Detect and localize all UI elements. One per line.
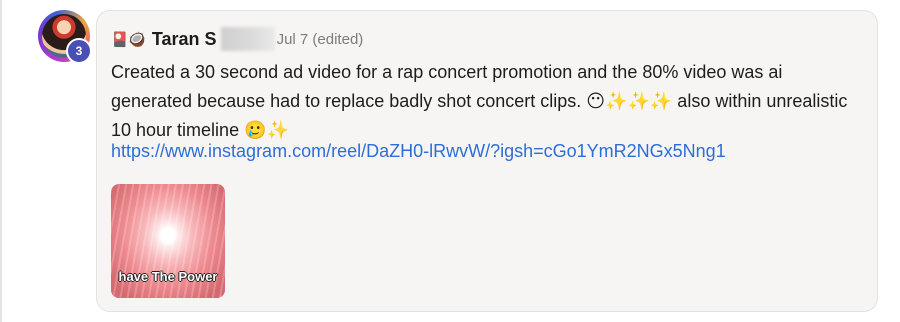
author-name[interactable]: Taran S xyxy=(152,29,217,50)
message-header: 🎴🥥 Taran S Jul 7 (edited) xyxy=(111,27,363,51)
avatar-count-badge: 3 xyxy=(66,38,92,64)
left-border xyxy=(0,0,2,322)
redacted-name-blur xyxy=(220,27,275,51)
video-thumbnail[interactable]: have The Power xyxy=(111,184,225,298)
instagram-link[interactable]: https://www.instagram.com/reel/DaZH0-lRw… xyxy=(111,141,726,162)
date-text: Jul 7 xyxy=(276,30,309,48)
message-bubble: 🎴🥥 Taran S Jul 7 (edited) Created a 30 s… xyxy=(96,10,878,312)
author-avatar[interactable]: 3 xyxy=(38,10,92,64)
edited-label: (edited) xyxy=(312,30,364,48)
message-line-1: Created a 30 second ad video for a rap c… xyxy=(111,62,783,82)
message-body: Created a 30 second ad video for a rap c… xyxy=(111,58,851,145)
message-date: Jul 7 (edited) xyxy=(277,31,364,48)
chat-post-frame: 3 🎴🥥 Taran S Jul 7 (edited) Created a 30… xyxy=(0,0,900,322)
author-emoji: 🎴🥥 xyxy=(111,31,146,47)
message-line-2: generated because had to replace badly s… xyxy=(111,91,848,111)
thumbnail-caption: have The Power xyxy=(118,269,218,284)
